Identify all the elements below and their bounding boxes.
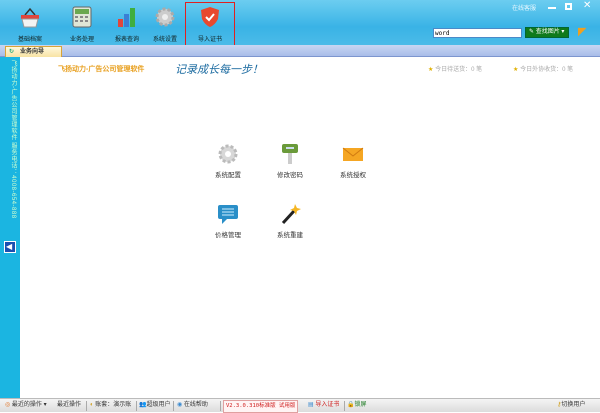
calculator-icon — [71, 6, 93, 28]
switch-user-button[interactable]: ⚷切换用户 — [557, 399, 585, 412]
app-system-rebuild[interactable]: 系统重建 — [260, 203, 320, 239]
search-icon: ✎ — [529, 29, 535, 35]
basket-icon — [19, 6, 41, 28]
app-change-password[interactable]: 修改密码 — [260, 143, 320, 179]
toolbar-basic-records[interactable]: 基础档案 — [8, 6, 52, 43]
star-icon: ★ — [428, 67, 434, 73]
minimize-button[interactable] — [548, 7, 556, 9]
magic-wand-icon — [279, 203, 301, 225]
star-icon: ★ — [513, 67, 519, 73]
main-panel: 飞扬动力-广告公司管理软件 记录成长每一步！ ★ 今日待送货：0 笔 ★ 今日外… — [20, 57, 600, 398]
maximize-button[interactable] — [565, 3, 572, 10]
lock-screen-button[interactable]: 🔒锁屏 — [347, 399, 367, 412]
arrow-icon: ◀ — [6, 242, 13, 251]
main-toolbar: 基础档案 业务处理 报表查询 系统设置 导入证书 — [0, 0, 600, 45]
toolbar-settings[interactable]: 系统设置 — [143, 6, 187, 43]
key-icon — [279, 143, 301, 165]
envelope-icon — [342, 143, 364, 165]
online-help-button[interactable]: ◉ 在线帮助 — [177, 399, 208, 412]
stat-pending-delivery: ★ 今日待送货：0 笔 — [428, 67, 483, 73]
slogan: 记录成长每一步！ — [175, 63, 263, 76]
online-service-link[interactable]: 在线客服 — [512, 3, 536, 12]
status-bar: ◎ 最近的操作 ▾ 最近操作 ◐ 账套：演示账 👥超级用户 ◉ 在线帮助 V2.… — [0, 398, 600, 413]
app-price-management[interactable]: 价格管理 — [198, 203, 258, 239]
app-system-config[interactable]: 系统配置 — [198, 143, 258, 179]
app-system-authorization[interactable]: 系统授权 — [323, 143, 383, 179]
account-icon: ◐ — [90, 402, 94, 408]
import-cert-button[interactable]: ▤ 导入证书 — [308, 399, 339, 412]
help-icon: ◉ — [177, 402, 183, 408]
sidebar-collapse-button[interactable]: ◀ — [4, 241, 16, 253]
search-input[interactable] — [433, 28, 522, 38]
account-info: ◐ 账套：演示账 — [90, 402, 132, 408]
highlight-box — [185, 2, 235, 46]
chat-bubble-icon — [217, 203, 239, 225]
refresh-icon: ↻ — [9, 49, 15, 55]
tab-business-guide[interactable]: ↻ 业务向导 — [5, 46, 62, 57]
gear-icon — [217, 143, 239, 165]
document-icon: ▤ — [308, 402, 314, 408]
recent-ops-button[interactable]: 最近操作 — [57, 399, 81, 412]
tab-strip — [0, 45, 600, 57]
gear-icon — [154, 6, 176, 28]
recent-ops-menu[interactable]: ◎ 最近的操作 ▾ — [5, 399, 47, 412]
brand-title: 飞扬动力-广告公司管理软件 — [58, 66, 145, 73]
sidebar-text: 飞扬动力-广告公司管理软件 服务电话：4008-654-888 — [10, 60, 16, 219]
version-label: V2.3.0.310标准版 试用版 — [223, 400, 299, 413]
broom-icon[interactable]: ◤ — [578, 25, 586, 38]
toolbar-business[interactable]: 业务处理 — [60, 6, 104, 43]
search-image-button[interactable]: ✎ 查找图片 ▾ — [525, 27, 569, 38]
history-icon: ◎ — [5, 402, 11, 408]
bar-chart-icon — [116, 6, 138, 28]
stat-outsource-receipt: ★ 今日外协收货：0 笔 — [513, 67, 574, 73]
current-user: 👥超级用户 — [139, 402, 171, 408]
close-button[interactable]: ✕ — [583, 0, 591, 11]
